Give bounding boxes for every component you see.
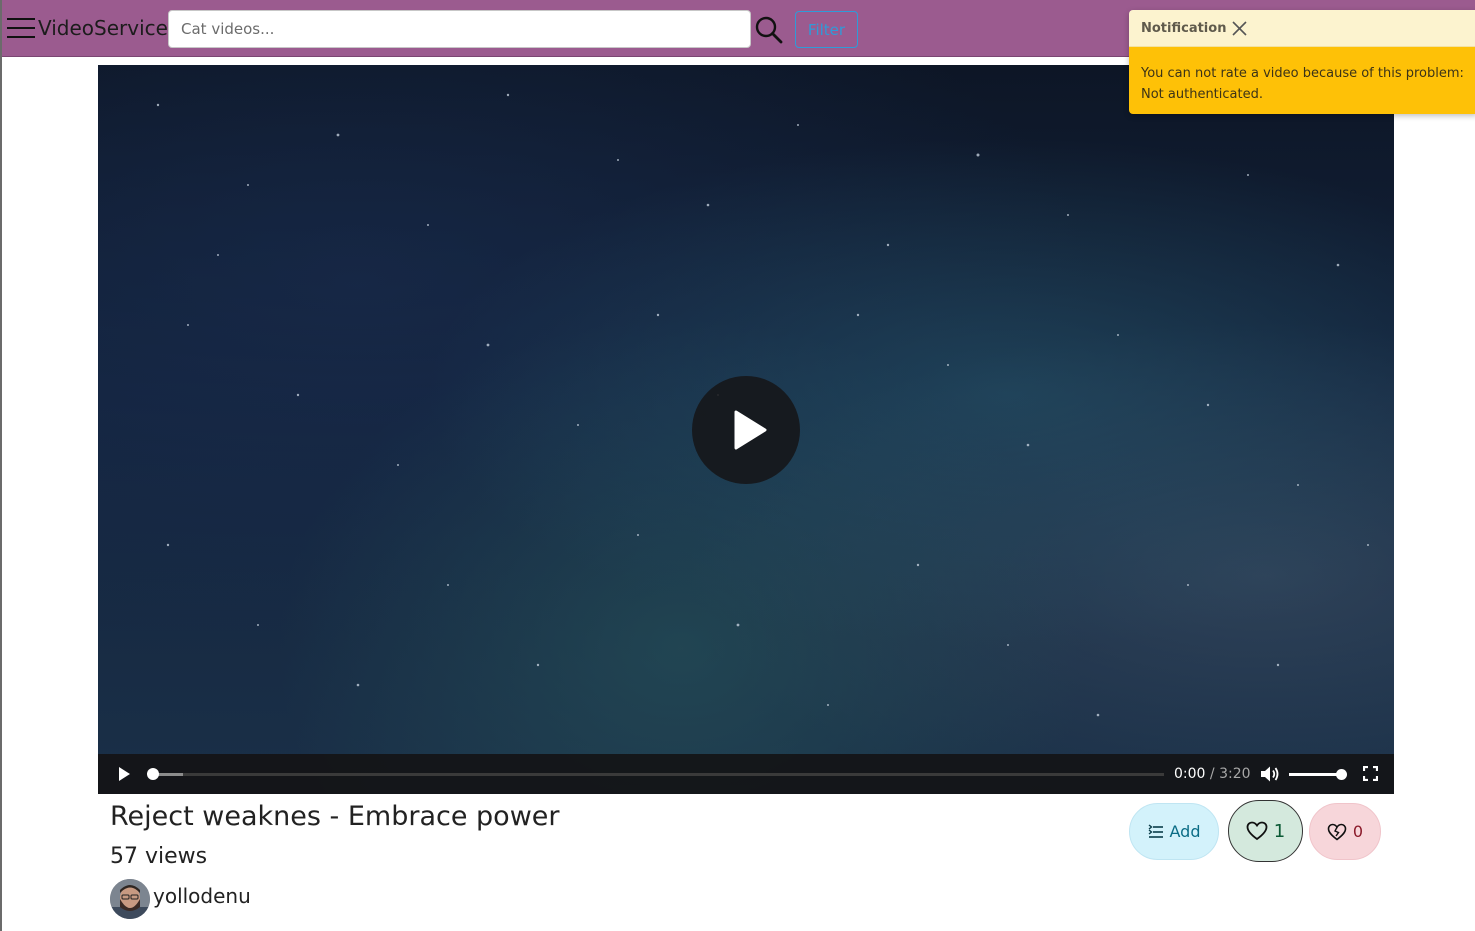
- search-icon: [755, 16, 783, 44]
- dislike-count: 0: [1352, 822, 1364, 841]
- video-title: Reject weaknes - Embrace power: [110, 801, 560, 832]
- seek-bar[interactable]: [147, 768, 1164, 780]
- fullscreen-icon[interactable]: [1363, 766, 1378, 781]
- notification-header: Notification: [1129, 10, 1475, 47]
- like-button[interactable]: 1: [1228, 800, 1303, 862]
- notification-toast: Notification You can not rate a video be…: [1129, 10, 1475, 114]
- volume-thumb[interactable]: [1336, 769, 1347, 780]
- menu-icon[interactable]: [7, 18, 35, 40]
- page: VideoService Filter Notification You can…: [0, 0, 1475, 931]
- channel-name[interactable]: yollodenu: [153, 884, 251, 908]
- playlist-add-icon: [1148, 823, 1163, 838]
- volume-icon[interactable]: [1260, 765, 1280, 783]
- play-icon[interactable]: [116, 766, 132, 782]
- add-to-playlist-button[interactable]: Add: [1129, 803, 1219, 860]
- volume-slider[interactable]: [1289, 769, 1347, 780]
- seek-thumb[interactable]: [147, 768, 159, 780]
- notification-body: You can not rate a video because of this…: [1129, 47, 1475, 114]
- time-separator: /: [1205, 766, 1220, 782]
- broken-heart-icon: [1327, 823, 1347, 841]
- duration: 3:20: [1219, 766, 1251, 782]
- big-play-button[interactable]: [692, 376, 800, 484]
- current-time: 0:00: [1174, 766, 1206, 782]
- filter-button[interactable]: Filter: [795, 11, 858, 48]
- player-controls: 0:00 / 3:20: [98, 754, 1394, 794]
- search-input[interactable]: [168, 10, 751, 48]
- brand-logo[interactable]: VideoService: [38, 16, 168, 40]
- avatar-image: [110, 879, 150, 919]
- notification-message-detail: Not authenticated.: [1141, 87, 1263, 102]
- dislike-button[interactable]: 0: [1309, 803, 1381, 860]
- avatar[interactable]: [110, 879, 150, 919]
- add-label: Add: [1169, 822, 1201, 841]
- heart-icon: [1246, 821, 1268, 841]
- play-icon: [734, 410, 767, 450]
- video-player[interactable]: 0:00 / 3:20: [98, 65, 1394, 794]
- like-count: 1: [1273, 820, 1286, 842]
- search-button[interactable]: [754, 15, 784, 45]
- close-icon[interactable]: [1231, 20, 1248, 37]
- time-display: 0:00 / 3:20: [1174, 766, 1251, 782]
- view-count: 57 views: [110, 844, 208, 869]
- notification-title: Notification: [1141, 21, 1227, 36]
- notification-message: You can not rate a video because of this…: [1141, 66, 1464, 81]
